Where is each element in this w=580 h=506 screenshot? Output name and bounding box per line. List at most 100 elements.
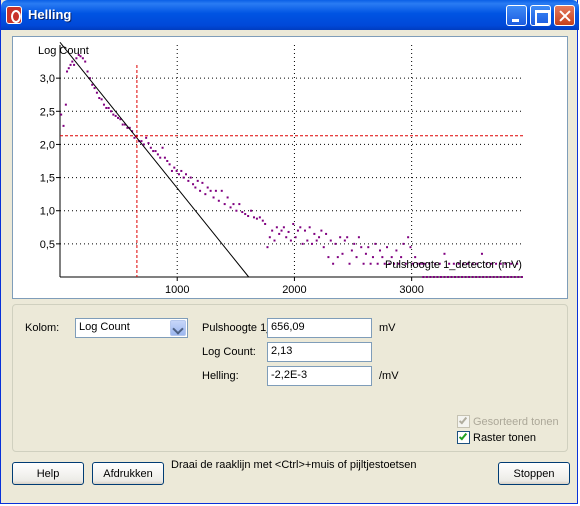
gesorteerd-label: Gesorteerd tonen [473,416,559,428]
chevron-down-icon[interactable] [170,320,186,336]
help-button[interactable]: Help [12,462,84,485]
data-point [506,276,509,278]
data-point [303,229,306,232]
data-point [409,246,412,249]
data-point [114,114,117,117]
data-point [327,256,330,259]
data-point [381,256,384,259]
gesorteerd-checkbox[interactable] [457,415,470,428]
data-point [364,252,367,255]
helling-field[interactable]: -2,2E-3 [267,366,372,386]
data-point [273,239,276,242]
data-point [308,226,311,229]
data-point [102,103,105,106]
data-point [177,173,180,176]
scatter-chart[interactable]: 1000 2000 3000 0,5 1,0 1,5 2,0 2,5 3,0 Log Count… [13,37,567,298]
chart-overlay [59,42,523,278]
y-tick-label: 2,0 [40,139,55,151]
data-point [378,249,381,252]
data-point [175,169,178,172]
data-point [145,136,148,139]
data-point [235,209,238,212]
data-point [109,110,112,113]
data-point [67,67,70,70]
chart-axes [59,45,523,278]
data-point [199,189,202,192]
data-point [306,239,309,242]
data-point [223,203,226,206]
data-point [285,236,288,239]
stoppen-button[interactable]: Stoppen [498,462,570,485]
data-point [192,183,195,186]
raster-checkbox[interactable] [457,431,470,444]
data-point [299,226,302,229]
data-point [209,189,212,192]
data-point [156,153,159,156]
logcount-field[interactable]: 2,13 [267,342,372,362]
title-bar[interactable]: Helling [1,0,579,30]
chart-panel[interactable]: 1000 2000 3000 0,5 1,0 1,5 2,0 2,5 3,0 Log Count… [12,36,568,299]
x-axis-label: Pulshoogte 1_detector (mV) [385,259,522,271]
data-point [170,169,173,172]
data-point [376,262,379,265]
data-point [360,246,363,249]
data-point [386,246,389,249]
x-tick-label: 2000 [282,284,306,296]
data-point [334,242,337,245]
afdrukken-button[interactable]: Afdrukken [92,462,164,485]
data-point [66,70,69,73]
data-point [350,249,353,252]
minimize-button[interactable] [506,5,527,26]
data-point [117,116,120,119]
pulshoogte-label: Pulshoogte 1_ [202,322,273,334]
y-tick-label: 1,0 [40,206,55,218]
data-point [450,276,453,278]
data-point [320,229,323,232]
data-point [296,229,299,232]
data-point [429,276,432,278]
data-point [168,163,171,166]
data-point [252,216,255,219]
data-point [133,136,136,139]
data-point [374,242,377,245]
data-point [355,256,358,259]
data-point [292,222,295,225]
pulshoogte-field[interactable]: 656,09 [267,318,372,338]
data-point [229,206,232,209]
data-point [332,262,335,265]
data-point [371,256,374,259]
data-point [400,256,403,259]
data-point [60,113,63,116]
data-point [271,229,274,232]
data-point [238,203,241,206]
data-point [443,252,446,255]
chart-grid [60,45,523,277]
data-point [517,276,520,278]
data-point [294,236,297,239]
data-point [457,276,460,278]
data-point [159,156,162,159]
data-point [194,186,197,189]
data-point [84,60,87,63]
data-point [280,229,283,232]
data-point [346,236,349,239]
close-button[interactable] [554,5,575,26]
data-point [241,211,244,214]
data-point [86,70,89,73]
logcount-label: Log Count: [202,346,256,358]
data-point [503,276,506,278]
maximize-button[interactable] [530,5,551,26]
data-point [443,276,446,278]
data-point [112,113,115,116]
data-point [166,160,169,162]
data-point [367,246,370,249]
data-point [282,226,285,229]
data-point [343,239,346,242]
kolom-select[interactable]: Log Count [75,318,188,338]
data-point [69,63,72,66]
check-icon [458,431,468,441]
data-point [247,215,250,218]
data-point [214,189,217,192]
data-point [322,246,325,249]
check-icon [458,415,468,425]
